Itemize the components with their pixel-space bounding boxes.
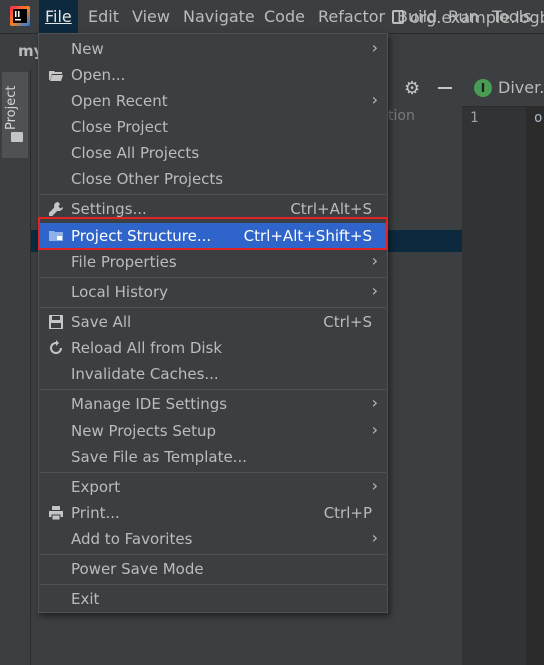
- chevron-right-icon: ›: [371, 476, 378, 495]
- menu-item-invalidate-caches[interactable]: Invalidate Caches...: [40, 361, 386, 387]
- chevron-right-icon: ›: [371, 281, 378, 300]
- menu-item-reload-from-disk[interactable]: Reload All from Disk: [40, 335, 386, 361]
- minimize-icon[interactable]: [438, 87, 452, 89]
- chevron-right-icon: ›: [371, 251, 378, 270]
- menu-item-label: Close All Projects: [71, 144, 200, 162]
- menu-item-label: Manage IDE Settings: [71, 395, 228, 413]
- menu-item-close-all-projects[interactable]: Close All Projects: [40, 140, 386, 166]
- menu-edit-label: Edit: [88, 7, 119, 26]
- line-number: 1: [470, 110, 479, 126]
- interface-file-icon: I: [474, 79, 492, 97]
- menu-item-label: Power Save Mode: [71, 560, 204, 578]
- wrench-icon: [48, 201, 64, 217]
- menu-separator: [40, 389, 386, 390]
- menu-item-save-all[interactable]: Save All Ctrl+S: [40, 309, 386, 335]
- menu-navigate-label: Navigate: [183, 7, 255, 26]
- reload-icon: [48, 340, 64, 356]
- menu-file-label: File: [45, 7, 72, 26]
- menu-item-close-other-projects[interactable]: Close Other Projects: [40, 166, 386, 192]
- menu-separator: [40, 194, 386, 195]
- code-editor[interactable]: [526, 107, 544, 665]
- code-line: o: [534, 110, 543, 126]
- menu-item-label: Reload All from Disk: [71, 339, 223, 357]
- menu-item-label: Open...: [71, 66, 126, 84]
- shortcut-label: Ctrl+S: [323, 313, 372, 331]
- folder-icon: [11, 132, 23, 142]
- printer-icon: [48, 505, 64, 521]
- menu-item-close-project[interactable]: Close Project: [40, 114, 386, 140]
- menu-view[interactable]: View: [126, 0, 176, 33]
- menu-navigate[interactable]: Navigate: [177, 0, 261, 33]
- menu-edit[interactable]: Edit: [82, 0, 125, 33]
- menu-item-label: Export: [71, 478, 121, 496]
- menu-item-label: Invalidate Caches...: [71, 365, 219, 383]
- menu-item-label: File Properties: [71, 253, 177, 271]
- menu-item-label: Local History: [71, 283, 169, 301]
- menu-item-add-to-favorites[interactable]: Add to Favorites ›: [40, 526, 386, 552]
- chevron-right-icon: ›: [371, 528, 378, 547]
- chevron-right-icon: ›: [371, 38, 378, 57]
- menu-item-label: Close Other Projects: [71, 170, 224, 188]
- menu-item-label: Print...: [71, 504, 120, 522]
- menu-item-local-history[interactable]: Local History ›: [40, 279, 386, 305]
- file-icon: [392, 10, 404, 24]
- editor-gutter: [462, 107, 526, 665]
- menu-item-label: New Projects Setup: [71, 422, 217, 440]
- menu-file[interactable]: File: [39, 0, 78, 33]
- menu-item-open-recent[interactable]: Open Recent ›: [40, 88, 386, 114]
- gear-icon[interactable]: ⚙: [404, 78, 420, 99]
- menu-item-label: Exit: [71, 590, 100, 608]
- menu-separator: [40, 554, 386, 555]
- folder-open-icon: [48, 67, 64, 83]
- menu-item-label: New: [71, 40, 104, 58]
- menu-item-label: Save All: [71, 313, 132, 331]
- menu-code[interactable]: Code: [258, 0, 311, 33]
- menu-item-new-projects-setup[interactable]: New Projects Setup ›: [40, 418, 386, 444]
- shortcut-label: Ctrl+P: [323, 504, 372, 522]
- menu-item-export[interactable]: Export ›: [40, 474, 386, 500]
- chevron-right-icon: ›: [371, 393, 378, 412]
- menu-refactor-label: Refactor: [318, 7, 386, 26]
- annotation-highlight-box: [38, 217, 388, 250]
- project-tool-tab-label: Project: [4, 85, 19, 130]
- menu-separator: [40, 307, 386, 308]
- menu-item-label: Close Project: [71, 118, 168, 136]
- chevron-right-icon: ›: [371, 420, 378, 439]
- menu-item-exit[interactable]: Exit: [40, 586, 386, 612]
- menu-item-manage-ide-settings[interactable]: Manage IDE Settings ›: [40, 391, 386, 417]
- menu-item-open[interactable]: Open...: [40, 62, 386, 88]
- menu-code-label: Code: [264, 7, 305, 26]
- menu-item-label: Open Recent: [71, 92, 168, 110]
- column-label: tion: [388, 108, 415, 124]
- chevron-right-icon: ›: [371, 90, 378, 109]
- menu-separator: [40, 584, 386, 585]
- menu-item-save-file-as-template[interactable]: Save File as Template...: [40, 444, 386, 470]
- menu-separator: [40, 277, 386, 278]
- menu-item-power-save-mode[interactable]: Power Save Mode: [40, 556, 386, 582]
- file-menu: New › Open... Open Recent › Close Projec…: [38, 33, 388, 613]
- intellij-logo-icon[interactable]: [10, 6, 30, 26]
- editor-tab[interactable]: Diver.j: [498, 78, 544, 97]
- save-icon: [48, 314, 64, 330]
- menu-item-print[interactable]: Print... Ctrl+P: [40, 500, 386, 526]
- menu-refactor[interactable]: Refactor: [312, 0, 391, 33]
- left-tool-strip: [0, 70, 31, 665]
- menu-item-new[interactable]: New ›: [40, 36, 386, 62]
- menu-separator: [40, 472, 386, 473]
- menu-item-label: Add to Favorites: [71, 530, 193, 548]
- breadcrumb[interactable]: org.example.logba: [410, 8, 544, 27]
- menu-view-label: View: [132, 7, 170, 26]
- menu-item-file-properties[interactable]: File Properties ›: [40, 249, 386, 275]
- menu-item-label: Save File as Template...: [71, 448, 247, 466]
